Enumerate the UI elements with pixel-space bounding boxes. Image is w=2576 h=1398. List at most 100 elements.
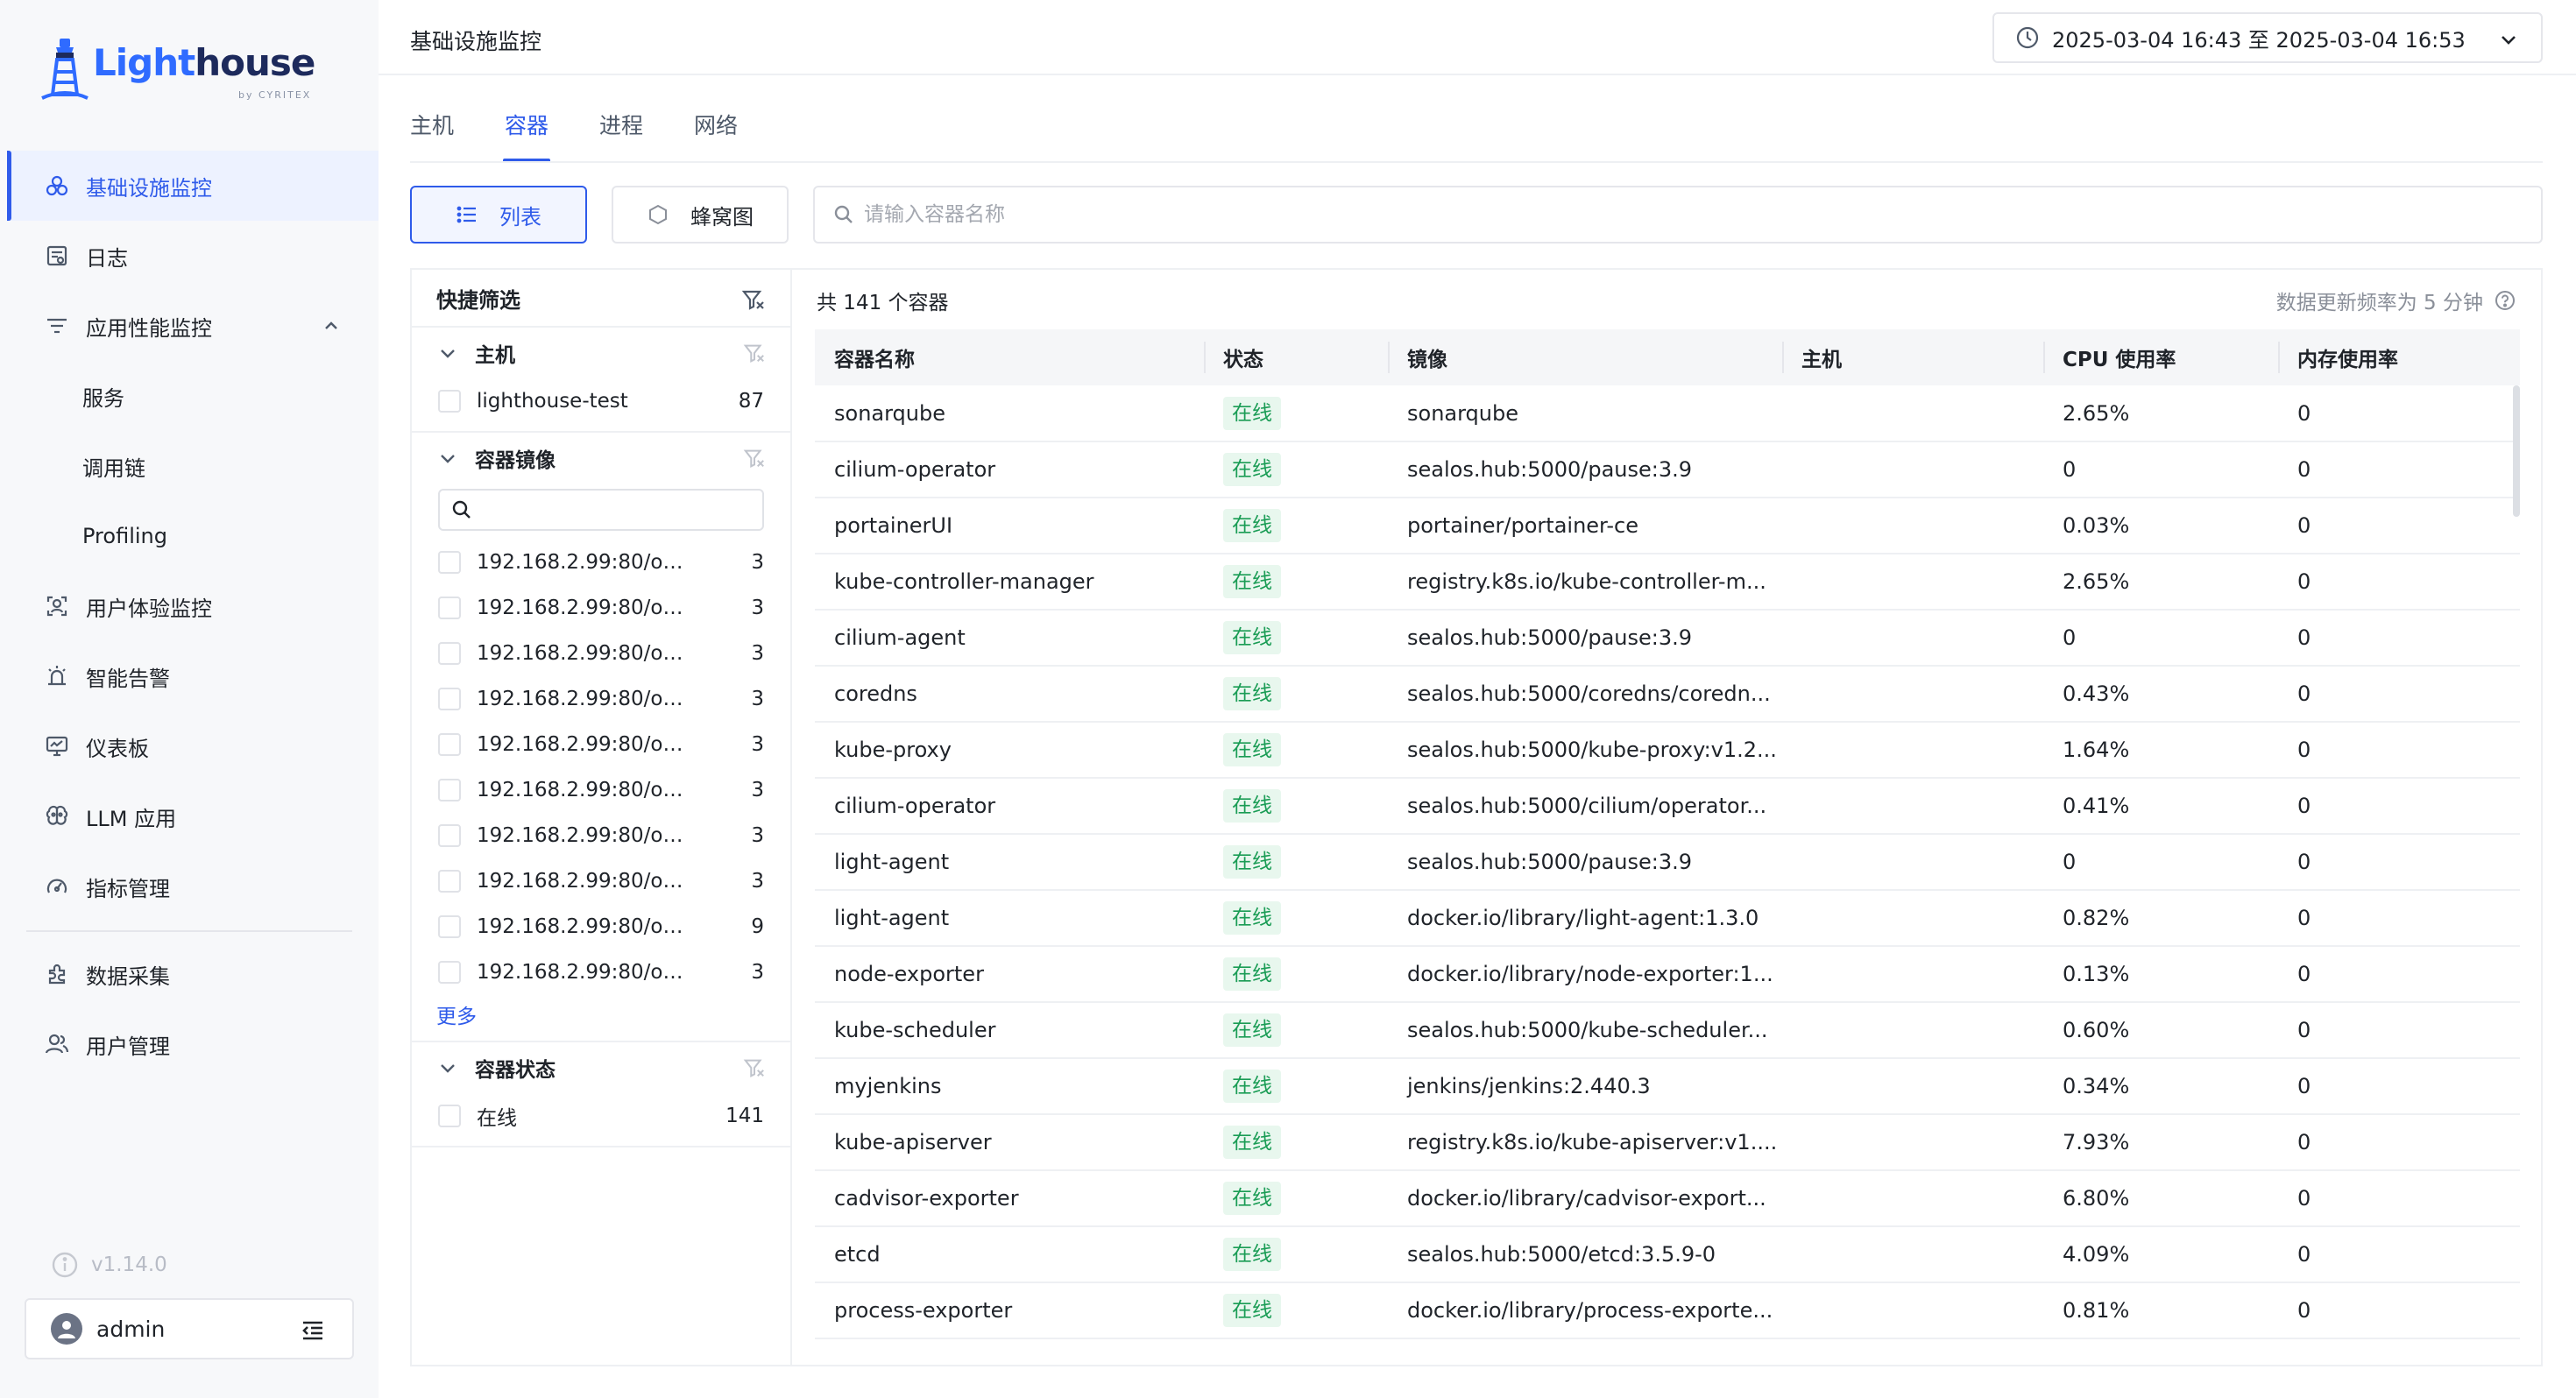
sidebar-item-metrics[interactable]: 指标管理 <box>0 851 379 921</box>
column-header[interactable]: 状态 <box>1204 329 1388 385</box>
checkbox[interactable] <box>438 390 461 413</box>
filter-option[interactable]: 192.168.2.99:80/obs... 3 <box>412 813 790 858</box>
clear-filter-icon[interactable] <box>743 447 766 470</box>
filter-option[interactable]: 192.168.2.99:80/obs... 3 <box>412 585 790 631</box>
sidebar-item-llm[interactable]: LLM 应用 <box>0 781 379 851</box>
clear-filter-icon[interactable] <box>743 1056 766 1079</box>
sidebar-item-apm[interactable]: 应用性能监控 <box>0 291 379 361</box>
table-body: sonarqube 在线 sonarqube 2.65% 0 cilium-operato… <box>815 385 2520 1339</box>
status-badge: 在线 <box>1223 396 1281 430</box>
image-cell: registry.k8s.io/kube-apiserver:v1.... <box>1388 1114 1782 1171</box>
filter-option[interactable]: 在线 141 <box>412 1093 790 1139</box>
filter-option[interactable]: 192.168.2.99:80/obs... 3 <box>412 858 790 904</box>
table-row[interactable]: kube-controller-manager 在线 registry.k8s.io… <box>815 554 2520 611</box>
tab-process[interactable]: 进程 <box>599 109 643 163</box>
host-cell <box>1782 1170 2043 1227</box>
user-menu[interactable]: admin <box>25 1298 354 1359</box>
table-row[interactable]: node-exporter 在线 docker.io/library/node-ex… <box>815 946 2520 1003</box>
table-row[interactable]: kube-apiserver 在线 registry.k8s.io/kube-api… <box>815 1114 2520 1171</box>
lighthouse-logo[interactable]: Lighthouse by CYRITEX <box>40 35 315 105</box>
table-row[interactable]: cadvisor-exporter 在线 docker.io/library/cad… <box>815 1170 2520 1227</box>
table-row[interactable]: process-exporter 在线 docker.io/library/proc… <box>815 1282 2520 1339</box>
table-row[interactable]: kube-scheduler 在线 sealos.hub:5000/kube-sch… <box>815 1002 2520 1059</box>
filter-option[interactable]: lighthouse-test 87 <box>412 378 790 424</box>
chevron-up-icon[interactable] <box>321 315 342 336</box>
table-row[interactable]: light-agent 在线 docker.io/library/light-age… <box>815 890 2520 947</box>
checkbox[interactable] <box>438 642 461 665</box>
checkbox[interactable] <box>438 733 461 756</box>
column-header[interactable]: CPU 使用率 <box>2043 329 2278 385</box>
clear-filter-icon[interactable] <box>741 287 766 312</box>
clear-filter-icon[interactable] <box>743 342 766 364</box>
checkbox[interactable] <box>438 915 461 938</box>
tab-container[interactable]: 容器 <box>503 109 551 163</box>
sidebar-item-label: 日志 <box>86 245 128 271</box>
checkbox[interactable] <box>438 824 461 847</box>
sidebar-item-alert[interactable]: 智能告警 <box>0 641 379 711</box>
column-header[interactable]: 容器名称 <box>815 329 1204 385</box>
checkbox[interactable] <box>438 961 461 984</box>
sidebar-item-trace[interactable]: 调用链 <box>0 431 379 501</box>
cpu-usage-cell: 0 <box>2043 441 2278 498</box>
table-row[interactable]: etcd 在线 sealos.hub:5000/etcd:3.5.9-0 4.09% 0 <box>815 1226 2520 1283</box>
tab-network[interactable]: 网络 <box>694 109 738 163</box>
image-filter-search[interactable] <box>438 489 764 531</box>
filter-option[interactable]: 192.168.2.99:80/obs... 3 <box>412 540 790 585</box>
status-badge: 在线 <box>1223 453 1281 486</box>
checkbox[interactable] <box>438 779 461 801</box>
table-row[interactable]: myjenkins 在线 jenkins/jenkins:2.440.3 0.34% 0 <box>815 1058 2520 1115</box>
sidebar-item-profiling[interactable]: Profiling <box>0 501 379 571</box>
sidebar-item-infra[interactable]: 基础设施监控 <box>7 151 379 221</box>
status-cell: 在线 <box>1204 946 1388 1003</box>
table-row[interactable]: coredns 在线 sealos.hub:5000/coredns/coredn.… <box>815 666 2520 723</box>
hive-view-button[interactable]: 蜂窝图 <box>612 186 789 244</box>
table-row[interactable]: cilium-agent 在线 sealos.hub:5000/pause:3.9 0… <box>815 610 2520 667</box>
checkbox[interactable] <box>438 870 461 893</box>
table-row[interactable]: kube-proxy 在线 sealos.hub:5000/kube-proxy:v… <box>815 722 2520 779</box>
sidebar-item-rum[interactable]: 用户体验监控 <box>0 571 379 641</box>
cpu-usage-cell: 0.82% <box>2043 890 2278 947</box>
column-header[interactable]: 内存使用率 <box>2278 329 2520 385</box>
status-cell: 在线 <box>1204 778 1388 835</box>
table-row[interactable]: light-agent 在线 sealos.hub:5000/pause:3.9 0 0 <box>815 834 2520 891</box>
help-icon[interactable] <box>2494 289 2516 312</box>
filter-option[interactable]: 192.168.2.99:80/obs... 3 <box>412 767 790 813</box>
tab-host[interactable]: 主机 <box>410 109 454 163</box>
column-header[interactable]: 主机 <box>1782 329 2043 385</box>
time-range-picker[interactable]: 2025-03-04 16:43 至 2025-03-04 16:53 <box>1992 12 2543 63</box>
column-header[interactable]: 镜像 <box>1388 329 1782 385</box>
checkbox[interactable] <box>438 551 461 574</box>
filter-option-label: 192.168.2.99:80/obs... <box>477 642 696 665</box>
filter-group-header[interactable]: 容器状态 <box>412 1042 790 1093</box>
checkbox[interactable] <box>438 1105 461 1127</box>
show-more-link[interactable]: 更多 <box>412 995 790 1034</box>
checkbox[interactable] <box>438 688 461 710</box>
table-scrollbar[interactable] <box>2513 385 2520 517</box>
table-row[interactable]: portainerUI 在线 portainer/portainer-ce 0.03%… <box>815 498 2520 554</box>
image-cell: sealos.hub:5000/coredns/coredn... <box>1388 666 1782 723</box>
filter-option-count: 3 <box>751 961 764 984</box>
checkbox[interactable] <box>438 597 461 619</box>
sidebar-item-users[interactable]: 用户管理 <box>0 1009 379 1079</box>
sidebar-item-dashboard[interactable]: 仪表板 <box>0 711 379 781</box>
filter-option[interactable]: 192.168.2.99:80/obs... 3 <box>412 722 790 767</box>
status-cell: 在线 <box>1204 1002 1388 1059</box>
status-badge: 在线 <box>1223 1070 1281 1103</box>
filter-group-header[interactable]: 容器镜像 <box>412 433 790 484</box>
filter-group-header[interactable]: 主机 <box>412 328 790 378</box>
filter-option[interactable]: 192.168.2.99:80/obs... 9 <box>412 904 790 950</box>
list-view-button[interactable]: 列表 <box>410 186 587 244</box>
container-search <box>813 186 2543 244</box>
filter-option[interactable]: 192.168.2.99:80/obs... 3 <box>412 631 790 676</box>
sidebar-item-service[interactable]: 服务 <box>0 361 379 431</box>
table-row[interactable]: cilium-operator 在线 sealos.hub:5000/cilium/… <box>815 778 2520 835</box>
sidebar-item-label: 智能告警 <box>86 666 170 691</box>
collapse-sidebar-icon[interactable] <box>300 1317 326 1344</box>
filter-option[interactable]: 192.168.2.99:80/obs... 3 <box>412 950 790 995</box>
sidebar-item-logs[interactable]: 日志 <box>0 221 379 291</box>
container-search-input[interactable] <box>864 203 2441 226</box>
table-row[interactable]: sonarqube 在线 sonarqube 2.65% 0 <box>815 385 2520 442</box>
table-row[interactable]: cilium-operator 在线 sealos.hub:5000/pause:3… <box>815 441 2520 498</box>
sidebar-item-collect[interactable]: 数据采集 <box>0 939 379 1009</box>
filter-option[interactable]: 192.168.2.99:80/obs... 3 <box>412 676 790 722</box>
